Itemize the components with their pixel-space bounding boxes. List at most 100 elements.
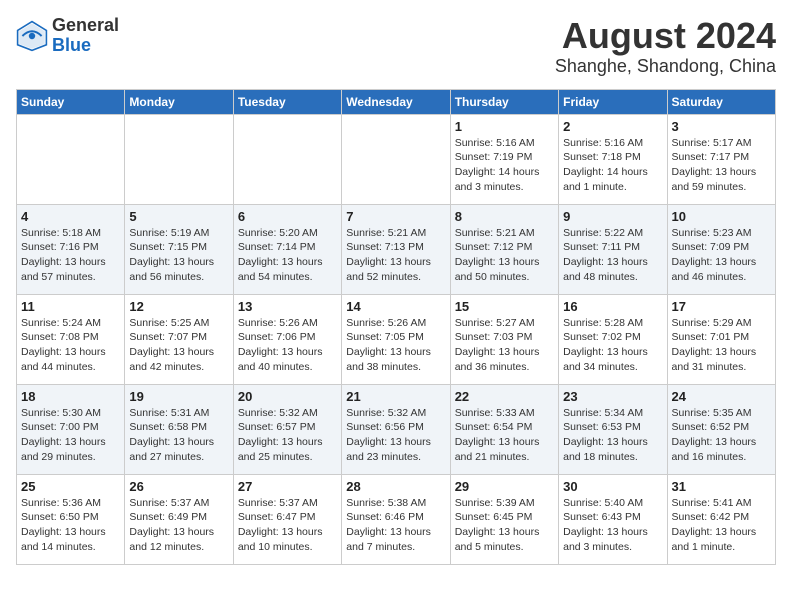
calendar-cell	[125, 114, 233, 204]
day-number: 12	[129, 299, 228, 314]
day-detail: Sunrise: 5:29 AM Sunset: 7:01 PM Dayligh…	[672, 316, 771, 375]
day-detail: Sunrise: 5:32 AM Sunset: 6:56 PM Dayligh…	[346, 406, 445, 465]
day-detail: Sunrise: 5:36 AM Sunset: 6:50 PM Dayligh…	[21, 496, 120, 555]
day-detail: Sunrise: 5:19 AM Sunset: 7:15 PM Dayligh…	[129, 226, 228, 285]
calendar-cell: 29 Sunrise: 5:39 AM Sunset: 6:45 PM Dayli…	[450, 474, 558, 564]
calendar-cell: 13Sunrise: 5:26 AM Sunset: 7:06 PM Dayli…	[233, 294, 341, 384]
calendar-title: August 2024	[555, 16, 776, 56]
day-number: 24	[672, 389, 771, 404]
day-detail: Sunrise: 5:40 AM Sunset: 6:43 PM Dayligh…	[563, 496, 662, 555]
day-number: 26	[129, 479, 228, 494]
logo: General Blue	[16, 16, 119, 56]
page-header: General Blue August 2024 Shanghe, Shando…	[16, 16, 776, 77]
day-detail: Sunrise: 5:21 AM Sunset: 7:13 PM Dayligh…	[346, 226, 445, 285]
day-number: 2	[563, 119, 662, 134]
logo-blue: Blue	[52, 35, 91, 55]
calendar-cell: 2 Sunrise: 5:16 AM Sunset: 7:18 PM Daylig…	[559, 114, 667, 204]
day-number: 25	[21, 479, 120, 494]
day-number: 3	[672, 119, 771, 134]
calendar-cell: 9Sunrise: 5:22 AM Sunset: 7:11 PM Daylig…	[559, 204, 667, 294]
day-number: 27	[238, 479, 337, 494]
calendar-cell: 22Sunrise: 5:33 AM Sunset: 6:54 PM Dayli…	[450, 384, 558, 474]
calendar-cell: 30Sunrise: 5:40 AM Sunset: 6:43 PM Dayli…	[559, 474, 667, 564]
day-detail: Sunrise: 5:27 AM Sunset: 7:03 PM Dayligh…	[455, 316, 554, 375]
day-detail: Sunrise: 5:21 AM Sunset: 7:12 PM Dayligh…	[455, 226, 554, 285]
calendar-cell: 19 Sunrise: 5:31 AM Sunset: 6:58 PM Dayli…	[125, 384, 233, 474]
calendar-cell: 4 Sunrise: 5:18 AM Sunset: 7:16 PM Daylig…	[17, 204, 125, 294]
day-detail: Sunrise: 5:26 AM Sunset: 7:05 PM Dayligh…	[346, 316, 445, 375]
day-number: 22	[455, 389, 554, 404]
day-number: 21	[346, 389, 445, 404]
day-detail: Sunrise: 5:16 AM Sunset: 7:19 PM Dayligh…	[455, 136, 554, 195]
day-number: 17	[672, 299, 771, 314]
day-number: 6	[238, 209, 337, 224]
day-detail: Sunrise: 5:23 AM Sunset: 7:09 PM Dayligh…	[672, 226, 771, 285]
calendar-week-row: 18 Sunrise: 5:30 AM Sunset: 7:00 PM Dayli…	[17, 384, 776, 474]
day-number: 29	[455, 479, 554, 494]
calendar-cell: 15 Sunrise: 5:27 AM Sunset: 7:03 PM Dayli…	[450, 294, 558, 384]
calendar-cell: 11Sunrise: 5:24 AM Sunset: 7:08 PM Dayli…	[17, 294, 125, 384]
calendar-cell: 8 Sunrise: 5:21 AM Sunset: 7:12 PM Daylig…	[450, 204, 558, 294]
weekday-header: Friday	[559, 89, 667, 114]
day-number: 9	[563, 209, 662, 224]
logo-icon	[16, 20, 48, 52]
calendar-cell: 12 Sunrise: 5:25 AM Sunset: 7:07 PM Dayli…	[125, 294, 233, 384]
day-number: 4	[21, 209, 120, 224]
day-number: 31	[672, 479, 771, 494]
calendar-cell: 14Sunrise: 5:26 AM Sunset: 7:05 PM Dayli…	[342, 294, 450, 384]
logo-general: General	[52, 15, 119, 35]
day-detail: Sunrise: 5:31 AM Sunset: 6:58 PM Dayligh…	[129, 406, 228, 465]
calendar-cell: 20 Sunrise: 5:32 AM Sunset: 6:57 PM Dayli…	[233, 384, 341, 474]
day-number: 28	[346, 479, 445, 494]
day-number: 15	[455, 299, 554, 314]
day-detail: Sunrise: 5:25 AM Sunset: 7:07 PM Dayligh…	[129, 316, 228, 375]
day-number: 10	[672, 209, 771, 224]
calendar-cell	[342, 114, 450, 204]
day-detail: Sunrise: 5:34 AM Sunset: 6:53 PM Dayligh…	[563, 406, 662, 465]
day-number: 5	[129, 209, 228, 224]
calendar-cell: 5 Sunrise: 5:19 AM Sunset: 7:15 PM Daylig…	[125, 204, 233, 294]
logo-text: General Blue	[52, 16, 119, 56]
calendar-cell: 6 Sunrise: 5:20 AM Sunset: 7:14 PM Daylig…	[233, 204, 341, 294]
day-number: 18	[21, 389, 120, 404]
calendar-cell: 25 Sunrise: 5:36 AM Sunset: 6:50 PM Dayli…	[17, 474, 125, 564]
calendar-week-row: 11Sunrise: 5:24 AM Sunset: 7:08 PM Dayli…	[17, 294, 776, 384]
weekday-header: Sunday	[17, 89, 125, 114]
calendar-header: SundayMondayTuesdayWednesdayThursdayFrid…	[17, 89, 776, 114]
day-detail: Sunrise: 5:37 AM Sunset: 6:47 PM Dayligh…	[238, 496, 337, 555]
calendar-cell	[17, 114, 125, 204]
day-detail: Sunrise: 5:38 AM Sunset: 6:46 PM Dayligh…	[346, 496, 445, 555]
day-number: 8	[455, 209, 554, 224]
day-number: 11	[21, 299, 120, 314]
day-number: 19	[129, 389, 228, 404]
weekday-row: SundayMondayTuesdayWednesdayThursdayFrid…	[17, 89, 776, 114]
calendar-cell: 18 Sunrise: 5:30 AM Sunset: 7:00 PM Dayli…	[17, 384, 125, 474]
day-detail: Sunrise: 5:32 AM Sunset: 6:57 PM Dayligh…	[238, 406, 337, 465]
day-detail: Sunrise: 5:20 AM Sunset: 7:14 PM Dayligh…	[238, 226, 337, 285]
day-detail: Sunrise: 5:30 AM Sunset: 7:00 PM Dayligh…	[21, 406, 120, 465]
day-detail: Sunrise: 5:41 AM Sunset: 6:42 PM Dayligh…	[672, 496, 771, 555]
day-detail: Sunrise: 5:18 AM Sunset: 7:16 PM Dayligh…	[21, 226, 120, 285]
calendar-cell: 1 Sunrise: 5:16 AM Sunset: 7:19 PM Daylig…	[450, 114, 558, 204]
calendar-cell: 26 Sunrise: 5:37 AM Sunset: 6:49 PM Dayli…	[125, 474, 233, 564]
calendar-body: 1 Sunrise: 5:16 AM Sunset: 7:19 PM Daylig…	[17, 114, 776, 564]
calendar-cell	[233, 114, 341, 204]
calendar-cell: 31 Sunrise: 5:41 AM Sunset: 6:42 PM Dayli…	[667, 474, 775, 564]
weekday-header: Tuesday	[233, 89, 341, 114]
day-detail: Sunrise: 5:28 AM Sunset: 7:02 PM Dayligh…	[563, 316, 662, 375]
calendar-cell: 7Sunrise: 5:21 AM Sunset: 7:13 PM Daylig…	[342, 204, 450, 294]
calendar-cell: 27 Sunrise: 5:37 AM Sunset: 6:47 PM Dayli…	[233, 474, 341, 564]
day-detail: Sunrise: 5:16 AM Sunset: 7:18 PM Dayligh…	[563, 136, 662, 195]
calendar-table: SundayMondayTuesdayWednesdayThursdayFrid…	[16, 89, 776, 565]
day-detail: Sunrise: 5:39 AM Sunset: 6:45 PM Dayligh…	[455, 496, 554, 555]
calendar-cell: 23Sunrise: 5:34 AM Sunset: 6:53 PM Dayli…	[559, 384, 667, 474]
calendar-cell: 28 Sunrise: 5:38 AM Sunset: 6:46 PM Dayli…	[342, 474, 450, 564]
title-block: August 2024 Shanghe, Shandong, China	[555, 16, 776, 77]
day-detail: Sunrise: 5:17 AM Sunset: 7:17 PM Dayligh…	[672, 136, 771, 195]
weekday-header: Wednesday	[342, 89, 450, 114]
day-number: 20	[238, 389, 337, 404]
calendar-cell: 17 Sunrise: 5:29 AM Sunset: 7:01 PM Dayli…	[667, 294, 775, 384]
day-number: 1	[455, 119, 554, 134]
weekday-header: Saturday	[667, 89, 775, 114]
day-detail: Sunrise: 5:37 AM Sunset: 6:49 PM Dayligh…	[129, 496, 228, 555]
